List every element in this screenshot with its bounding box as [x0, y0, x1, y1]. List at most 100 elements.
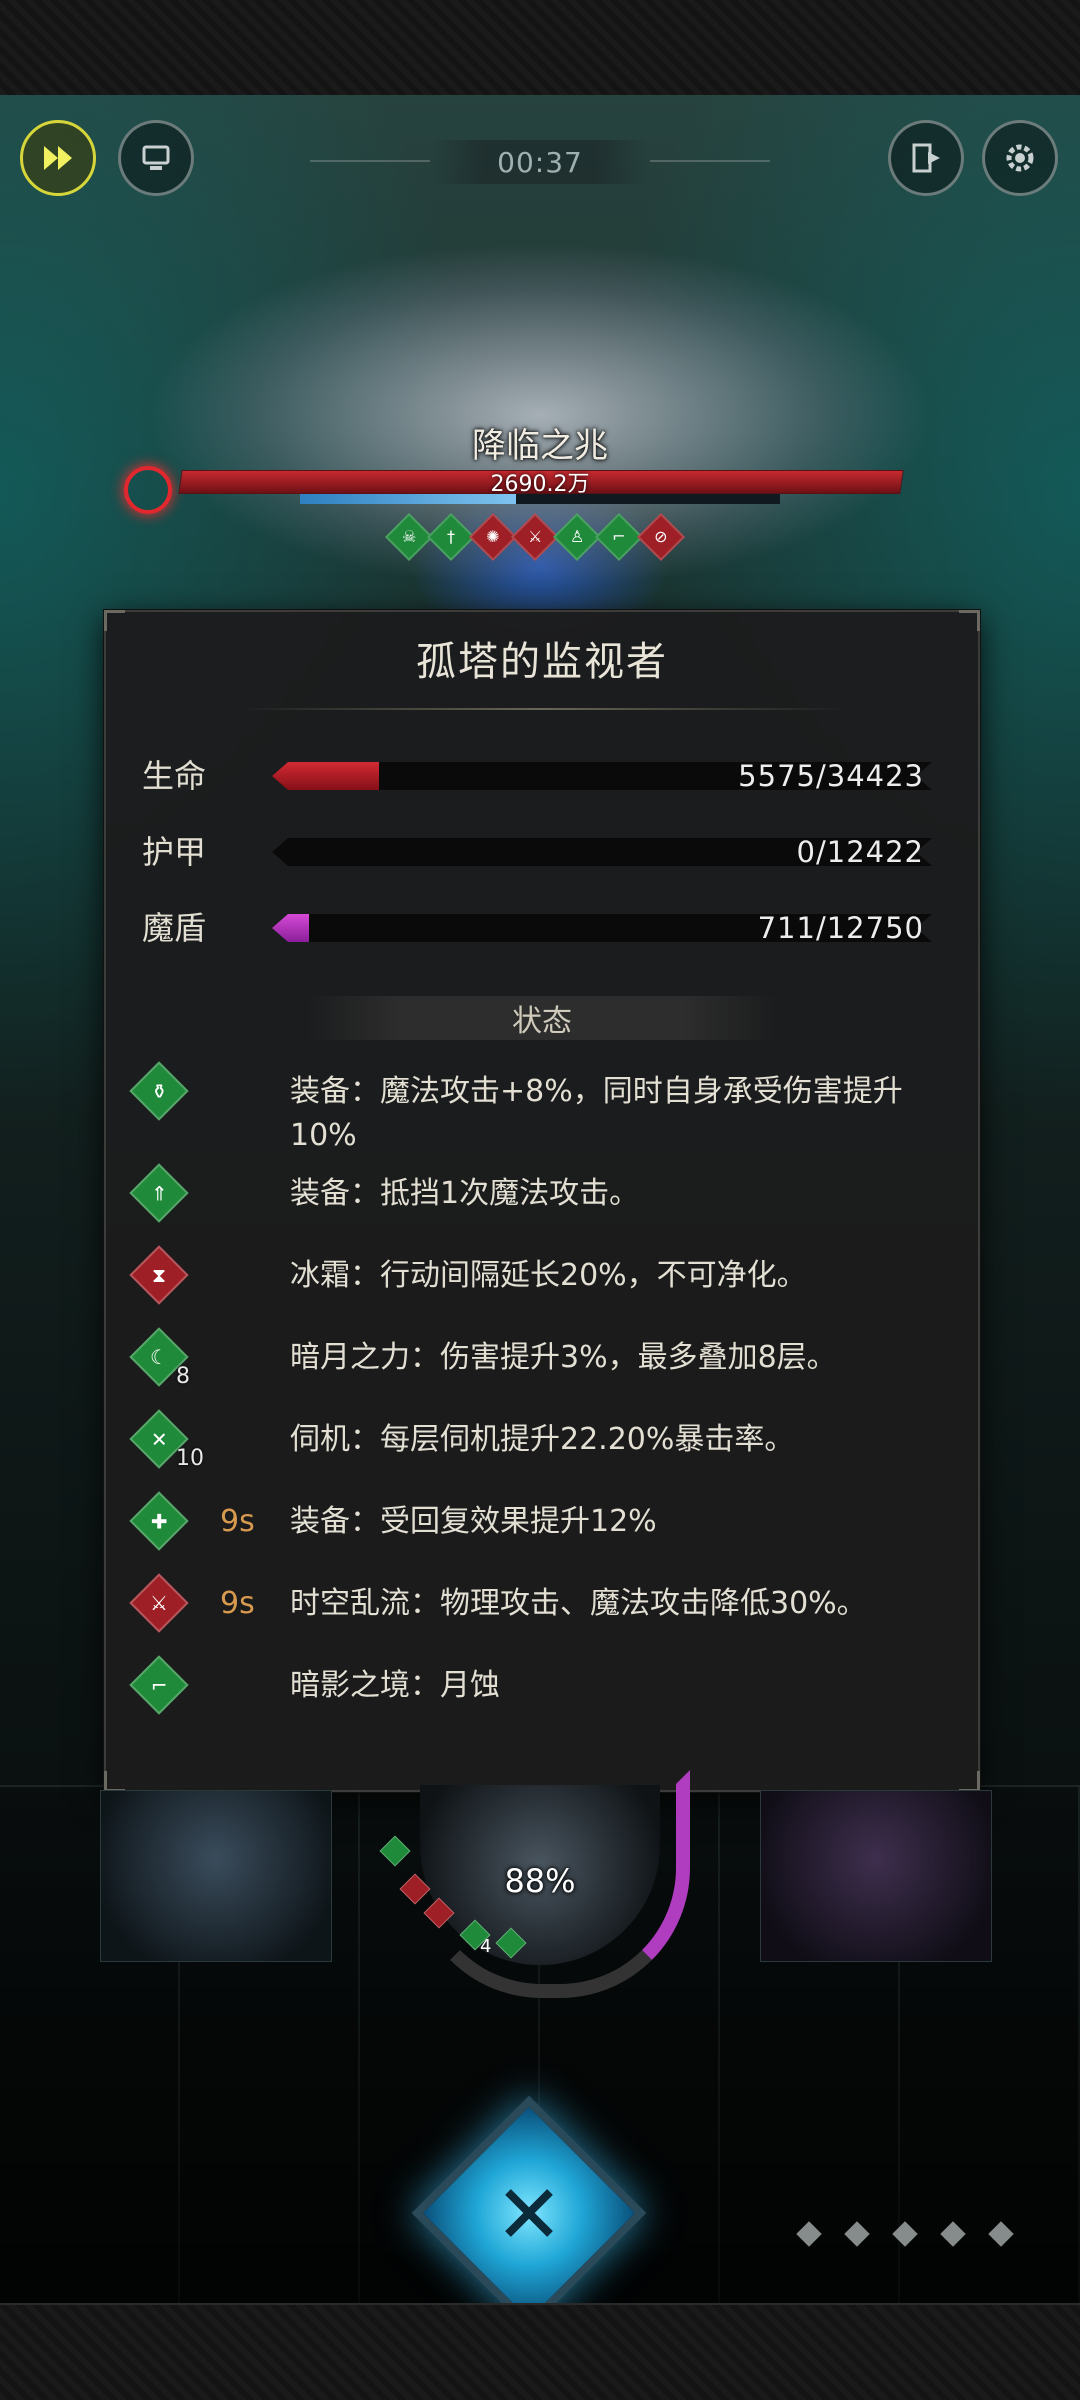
status-item[interactable]: ✕ 10 伺机：每层伺机提升22.20%暴击率。	[106, 1409, 978, 1471]
buff-glyph: †	[447, 527, 455, 546]
status-icon-wrap: ✕ 10	[128, 1409, 220, 1471]
forbid-icon: ⊘	[636, 512, 686, 562]
status-icon-wrap: ✚	[128, 1491, 220, 1551]
status-section-header: 状态	[306, 996, 778, 1040]
status-item[interactable]: ⚔ 9s 时空乱流：物理攻击、魔法攻击降低30%。	[106, 1573, 978, 1633]
settings-button[interactable]	[982, 120, 1058, 196]
broken-sword-icon: ⚔	[129, 1573, 189, 1633]
timer-line-left	[310, 160, 430, 162]
skull-icon: ☠	[384, 512, 434, 562]
page-dot[interactable]	[892, 2221, 918, 2247]
heal-cross-icon: ✚	[129, 1491, 189, 1551]
battle-timer: 00:37	[430, 140, 650, 184]
status-stack-count: 10	[176, 1446, 204, 1471]
gear-icon	[1006, 144, 1034, 172]
buff-glyph: ♙	[569, 527, 585, 546]
stat-bar-fill	[272, 914, 309, 942]
target-marker-icon[interactable]	[124, 466, 172, 514]
status-item[interactable]: ✚ 9s 装备：受回复效果提升12%	[106, 1491, 978, 1551]
status-glyph: ⚔	[150, 1591, 168, 1615]
shield-up-icon: ⇑	[129, 1163, 189, 1223]
top-frame	[0, 0, 1080, 97]
auto-battle-button[interactable]	[118, 120, 194, 196]
status-header-label: 状态	[512, 1004, 572, 1039]
buff-glyph: ✺	[486, 527, 500, 546]
page-dot[interactable]	[844, 2221, 870, 2247]
boss-action-bar	[300, 494, 780, 504]
page-dot[interactable]	[988, 2221, 1014, 2247]
status-description: 伺机：每层伺机提升22.20%暴击率。	[290, 1422, 795, 1457]
status-icon-wrap: ☾ 8	[128, 1327, 220, 1389]
page-dot[interactable]	[940, 2221, 966, 2247]
status-glyph: ⌐	[150, 1672, 168, 1697]
status-item[interactable]: ☾ 8 暗月之力：伤害提升3%，最多叠加8层。	[106, 1327, 978, 1389]
status-description: 装备：魔法攻击+8%，同时自身承受伤害提升10%	[290, 1074, 903, 1153]
exit-icon	[912, 143, 940, 173]
flame-icon: ✺	[468, 512, 518, 562]
status-description: 装备：受回复效果提升12%	[290, 1504, 657, 1539]
stat-row-mana-shield: 魔盾 711/12750	[106, 908, 978, 948]
status-glyph: ⇑	[150, 1180, 168, 1205]
status-description: 时空乱流：物理攻击、魔法攻击降低30%。	[290, 1586, 867, 1621]
stat-label: 生命	[142, 757, 207, 795]
exit-button[interactable]	[888, 120, 964, 196]
crossed-swords-icon	[505, 2189, 553, 2237]
hero-portrait-left[interactable]	[100, 1790, 332, 1962]
status-description: 暗月之力：伤害提升3%，最多叠加8层。	[290, 1340, 837, 1375]
status-icon-wrap: ⧗	[128, 1245, 220, 1305]
boot-icon: ⌐	[594, 512, 644, 562]
page-indicator	[796, 2221, 1014, 2247]
buff-glyph: ⚔	[527, 527, 543, 546]
timer-line-right	[650, 160, 770, 162]
status-item[interactable]: ⧗ 冰霜：行动间隔延长20%，不可净化。	[106, 1245, 978, 1305]
status-item[interactable]: ⇑ 装备：抵挡1次魔法攻击。	[106, 1163, 978, 1223]
figure-icon: ♙	[552, 512, 602, 562]
boss-buff-list: ☠ † ✺ ⚔ ♙ ⌐ ⊘	[384, 512, 686, 562]
status-description: 暗影之境：月蚀	[290, 1668, 500, 1703]
page-dot[interactable]	[796, 2221, 822, 2247]
status-glyph: ☾	[150, 1345, 168, 1369]
stat-value: 5575/34423	[738, 759, 924, 793]
buff-glyph: ⌐	[612, 527, 626, 546]
stat-row-armor: 护甲 0/12422	[106, 832, 978, 872]
status-icon-wrap: ⚱	[128, 1061, 220, 1121]
status-duration: 9s	[220, 1586, 255, 1621]
stat-value: 0/12422	[796, 835, 924, 869]
potion-icon: ⚱	[129, 1061, 189, 1121]
status-icon-wrap: ⇑	[128, 1163, 220, 1223]
hero-energy-percent: 88%	[504, 1862, 576, 1900]
status-glyph: ⧗	[151, 1262, 167, 1287]
timer-text: 00:37	[497, 145, 583, 179]
panel-title: 孤塔的监视者	[416, 639, 668, 685]
boss-name: 降临之兆	[472, 426, 608, 466]
title-divider	[236, 708, 848, 710]
sword-icon: †	[426, 512, 476, 562]
stat-bar-fill	[272, 762, 379, 790]
unit-info-panel: 孤塔的监视者 生命 5575/34423 护甲 0/12422 魔盾 711/1…	[104, 610, 980, 1792]
status-item[interactable]: ⌐ 暗影之境：月蚀	[106, 1655, 978, 1715]
speed-toggle-button[interactable]	[20, 120, 96, 196]
broken-sword-icon: ⚔	[510, 512, 560, 562]
stat-value: 711/12750	[757, 911, 924, 945]
panel-corner	[104, 1771, 125, 1792]
status-item[interactable]: ⚱ 装备：魔法攻击+8%，同时自身承受伤害提升10%	[106, 1061, 978, 1160]
panel-header: 孤塔的监视者	[106, 612, 978, 704]
panel-corner	[959, 1771, 980, 1792]
buff-glyph: ☠	[401, 527, 417, 546]
status-glyph: ✕	[150, 1426, 168, 1451]
hourglass-icon: ⧗	[129, 1245, 189, 1305]
stat-label: 护甲	[142, 833, 207, 871]
status-icon-wrap: ⌐	[128, 1655, 220, 1715]
status-icon-wrap: ⚔	[128, 1573, 220, 1633]
boot-icon: ⌐	[129, 1655, 189, 1715]
status-duration: 9s	[220, 1504, 255, 1539]
auto-battle-icon	[142, 145, 170, 170]
hero-portrait-right[interactable]	[760, 1790, 992, 1962]
boss-action-fill	[300, 494, 516, 504]
status-list: ⚱ 装备：魔法攻击+8%，同时自身承受伤害提升10% ⇑ 装备：抵挡1次魔法攻击。 ⧗ 冰…	[106, 1061, 978, 1740]
hero-buff-stack: 4	[480, 1936, 492, 1957]
status-description: 装备：抵挡1次魔法攻击。	[290, 1176, 640, 1211]
stat-row-hp: 生命 5575/34423	[106, 756, 978, 796]
status-description: 冰霜：行动间隔延长20%，不可净化。	[290, 1258, 807, 1293]
stat-label: 魔盾	[142, 909, 207, 947]
